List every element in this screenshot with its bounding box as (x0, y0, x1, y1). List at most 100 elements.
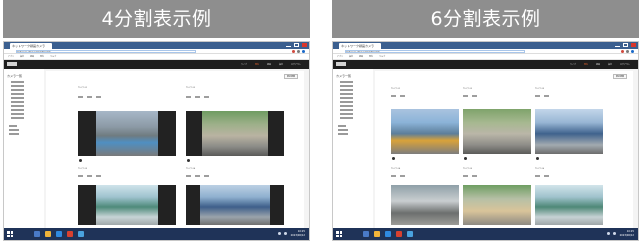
camera-tree-item[interactable] (11, 81, 24, 83)
camera-control[interactable] (391, 175, 396, 177)
bookmark-item[interactable]: 録画 (359, 54, 363, 59)
camera-control[interactable] (535, 95, 540, 97)
bookmark-item[interactable]: アプリ (8, 54, 14, 59)
camera-tree-item[interactable] (340, 105, 353, 107)
camera-view[interactable] (186, 111, 284, 156)
camera-tree-item[interactable] (338, 129, 348, 131)
profile-icon[interactable] (631, 50, 634, 53)
profile-icon[interactable] (302, 50, 305, 53)
menu-item-live[interactable]: ライブ (241, 63, 247, 66)
camera-control[interactable] (463, 175, 468, 177)
bookmark-item[interactable]: 設定 (20, 54, 24, 59)
camera-control[interactable] (400, 175, 405, 177)
bookmark-item[interactable]: ヘルプ (379, 54, 385, 59)
camera-control[interactable] (535, 175, 540, 177)
camera-control[interactable] (472, 175, 477, 177)
camera-view[interactable] (535, 185, 603, 225)
store-icon[interactable] (78, 231, 84, 237)
search-icon[interactable] (34, 231, 40, 237)
camera-control[interactable] (400, 95, 405, 97)
close-icon[interactable] (631, 43, 636, 47)
camera-tree-item[interactable] (340, 85, 353, 87)
bookmark-item[interactable]: 設定 (349, 54, 353, 59)
volume-icon[interactable] (284, 232, 287, 235)
camera-control[interactable] (544, 95, 549, 97)
camera-tree-item[interactable] (340, 81, 353, 83)
camera-control[interactable] (204, 96, 209, 98)
maximize-icon[interactable] (294, 43, 299, 47)
camera-view[interactable] (78, 111, 176, 156)
camera-control[interactable] (186, 96, 191, 98)
menu-item-live[interactable]: ライブ (570, 63, 576, 66)
camera-control[interactable] (391, 95, 396, 97)
bookmark-item[interactable]: 再生 (369, 54, 373, 59)
camera-control[interactable] (78, 175, 83, 177)
camera-view[interactable] (463, 185, 531, 225)
camera-tree-item[interactable] (338, 133, 348, 135)
folder-icon[interactable] (374, 231, 380, 237)
camera-tree-item[interactable] (11, 101, 24, 103)
layout-toggle-button[interactable]: 表示切替 (284, 74, 298, 79)
maximize-icon[interactable] (623, 43, 628, 47)
network-icon[interactable] (278, 232, 281, 235)
chrome-icon[interactable] (396, 231, 402, 237)
camera-control[interactable] (78, 96, 83, 98)
minimize-icon[interactable] (615, 43, 620, 47)
windows-start-icon[interactable] (7, 231, 13, 237)
camera-tree-item[interactable] (11, 85, 24, 87)
taskbar-clock[interactable]: 10:25 2023/06/12 (620, 230, 634, 238)
bookmark-item[interactable]: ヘルプ (50, 54, 56, 59)
camera-control[interactable] (195, 175, 200, 177)
camera-tree-item[interactable] (11, 109, 24, 111)
camera-view[interactable] (186, 185, 284, 225)
camera-tree-item[interactable] (340, 101, 353, 103)
camera-tree-item[interactable] (340, 113, 353, 115)
camera-control[interactable] (472, 95, 477, 97)
camera-tree-item[interactable] (11, 117, 24, 119)
camera-view[interactable] (391, 185, 459, 225)
camera-view[interactable] (535, 109, 603, 154)
menu-item-settings[interactable]: 設定 (279, 63, 283, 66)
bookmark-item[interactable]: 再生 (40, 54, 44, 59)
bookmark-item[interactable]: アプリ (337, 54, 343, 59)
menu-item-logout[interactable]: ログアウト (291, 63, 301, 66)
camera-tree-item[interactable] (340, 89, 353, 91)
camera-control[interactable] (87, 96, 92, 98)
bookmark-item[interactable]: 録画 (30, 54, 34, 59)
camera-tree-item[interactable] (340, 117, 353, 119)
camera-tree-item[interactable] (340, 97, 353, 99)
volume-icon[interactable] (613, 232, 616, 235)
camera-control[interactable] (544, 175, 549, 177)
settings-icon[interactable] (626, 50, 629, 53)
edge-icon[interactable] (56, 231, 62, 237)
chrome-icon[interactable] (67, 231, 73, 237)
network-icon[interactable] (607, 232, 610, 235)
camera-tree-item[interactable] (11, 93, 24, 95)
camera-tree-item[interactable] (9, 133, 19, 135)
camera-tree-item[interactable] (11, 89, 24, 91)
minimize-icon[interactable] (286, 43, 291, 47)
taskbar-clock[interactable]: 10:25 2023/06/12 (291, 230, 305, 238)
camera-tree-item[interactable] (11, 113, 24, 115)
camera-view[interactable] (463, 109, 531, 154)
windows-start-icon[interactable] (336, 231, 342, 237)
close-icon[interactable] (302, 43, 307, 47)
menu-item-logout[interactable]: ログアウト (620, 63, 630, 66)
edge-icon[interactable] (385, 231, 391, 237)
camera-control[interactable] (96, 175, 101, 177)
layout-toggle-button[interactable]: 表示切替 (613, 74, 627, 79)
menu-item-settings[interactable]: 設定 (608, 63, 612, 66)
camera-tree-item[interactable] (340, 93, 353, 95)
camera-control[interactable] (87, 175, 92, 177)
url-field[interactable]: http://192.168.0.1/live/index.html (16, 50, 196, 53)
menu-item-record[interactable]: 録画 (596, 63, 600, 66)
camera-view[interactable] (391, 109, 459, 154)
camera-control[interactable] (96, 96, 101, 98)
camera-tree-item[interactable] (11, 97, 24, 99)
extension-icon[interactable] (292, 50, 295, 53)
camera-control[interactable] (195, 96, 200, 98)
camera-tree-item[interactable] (11, 105, 24, 107)
camera-tree-item[interactable] (9, 129, 19, 131)
camera-tree-item[interactable] (9, 125, 17, 127)
camera-view[interactable] (78, 185, 176, 225)
